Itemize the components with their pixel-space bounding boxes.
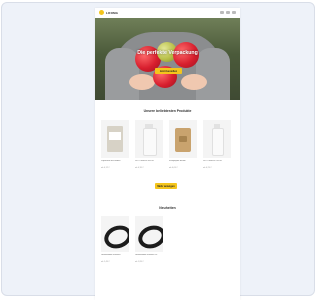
hero-hand-left xyxy=(129,74,155,90)
page-footer xyxy=(95,278,240,300)
header-icons xyxy=(220,11,236,14)
hero-title: Die perfekte Verpackung xyxy=(137,50,198,56)
site-logo[interactable]: LOOMA xyxy=(99,10,118,15)
cart-icon[interactable] xyxy=(232,11,236,14)
shop-page: LOOMA Die perfekte Verpackung Jetzt best… xyxy=(95,8,240,300)
product-name: Kraftpapier Beutel xyxy=(169,160,186,162)
product-card[interactable]: Papiertüte mit Boden ab 0,12 € xyxy=(101,120,129,169)
product-price: ab 0,35 € xyxy=(135,167,144,169)
hero-banner: Die perfekte Verpackung Jetzt bestellen xyxy=(95,18,240,100)
product-price: ab 1,89 € xyxy=(135,261,144,263)
product-price: ab 0,09 € xyxy=(169,167,178,169)
product-name: Gummiband schwarz XL xyxy=(135,254,158,256)
product-image xyxy=(135,120,163,158)
hero-hand-right xyxy=(181,74,207,90)
product-card[interactable]: PET Flasche 250 ml ab 0,29 € xyxy=(203,120,231,169)
product-name: Gummiband schwarz xyxy=(101,254,121,256)
product-name: PET Flasche 500 ml xyxy=(135,160,154,162)
search-icon[interactable] xyxy=(220,11,224,14)
logo-text: LOOMA xyxy=(106,10,119,15)
product-name: Papiertüte mit Boden xyxy=(101,160,121,162)
product-price: ab 0,29 € xyxy=(203,167,212,169)
product-card[interactable]: Kraftpapier Beutel ab 0,09 € xyxy=(169,120,197,169)
logo-icon xyxy=(99,10,104,15)
product-card[interactable]: Gummiband schwarz ab 1,49 € xyxy=(101,216,129,263)
product-price: ab 1,49 € xyxy=(101,261,110,263)
bestsellers-title: Unsere beliebtesten Produkte xyxy=(143,109,192,113)
product-image xyxy=(169,120,197,158)
product-image xyxy=(101,216,129,252)
novelties-title: Neuheiten xyxy=(159,206,176,210)
product-image xyxy=(135,216,163,252)
product-image xyxy=(101,120,129,158)
account-icon[interactable] xyxy=(226,11,230,14)
show-more-button[interactable]: Mehr anzeigen xyxy=(155,183,177,189)
product-image xyxy=(203,120,231,158)
product-card[interactable]: Gummiband schwarz XL ab 1,89 € xyxy=(135,216,163,263)
product-name: PET Flasche 250 ml xyxy=(203,160,222,162)
product-card[interactable]: PET Flasche 500 ml ab 0,35 € xyxy=(135,120,163,169)
site-header: LOOMA xyxy=(95,8,240,18)
product-price: ab 0,12 € xyxy=(101,167,110,169)
hero-cta-button[interactable]: Jetzt bestellen xyxy=(155,68,182,74)
